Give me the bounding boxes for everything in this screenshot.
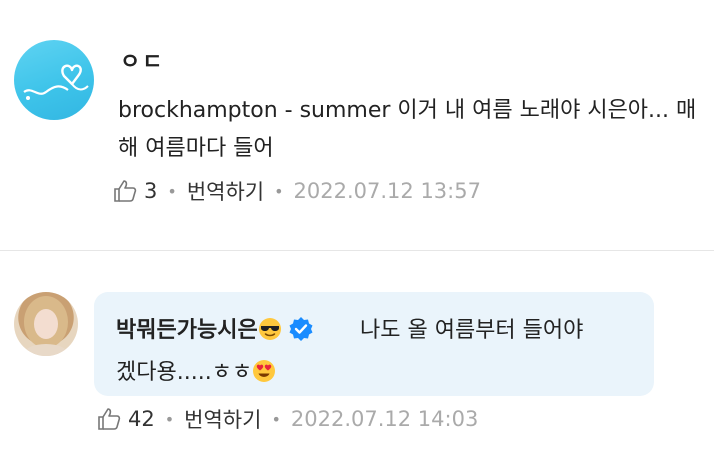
comment-text-continued: 겠다용.....ㅎㅎ — [116, 354, 276, 386]
comment-text: brockhampton - summer 이거 내 여름 노래야 시은아...… — [118, 98, 697, 161]
sunglasses-emoji-icon — [258, 317, 282, 341]
comment-divider — [0, 250, 714, 251]
thumbs-up-icon[interactable] — [112, 178, 138, 204]
timestamp: 2022.07.12 14:03 — [290, 407, 479, 431]
avatar[interactable] — [14, 292, 78, 356]
timestamp: 2022.07.12 13:57 — [293, 179, 481, 203]
username[interactable]: ㅇㄷ — [120, 44, 164, 76]
heart-eyes-emoji-icon — [252, 359, 276, 383]
translate-button[interactable]: 번역하기 — [187, 176, 264, 206]
comment-text-line2: 겠다용.....ㅎㅎ — [116, 360, 253, 385]
like-count: 42 — [128, 407, 155, 431]
comment-1: ㅇㄷ brockhampton - summer 이거 내 여름 노래야 시은아… — [0, 0, 714, 250]
comment-meta: 3 • 번역하기 • 2022.07.12 13:57 — [112, 176, 481, 206]
verified-badge-icon — [288, 316, 314, 342]
avatar-portrait-icon — [24, 296, 68, 356]
avatar[interactable] — [14, 40, 94, 120]
separator-dot: • — [274, 181, 284, 201]
username[interactable]: 박뭐든가능시은 — [116, 312, 314, 344]
comment-text: 나도 올 여름부터 들어야 — [360, 318, 584, 343]
avatar-doodle-icon — [23, 64, 89, 100]
separator-dot: • — [271, 409, 281, 429]
comment-meta: 42 • 번역하기 • 2022.07.12 14:03 — [96, 404, 478, 434]
translate-button[interactable]: 번역하기 — [184, 404, 261, 434]
separator-dot: • — [167, 181, 177, 201]
separator-dot: • — [164, 409, 175, 429]
like-count: 3 — [144, 179, 158, 203]
thumbs-up-icon[interactable] — [96, 406, 122, 432]
username-text: 박뭐든가능시은 — [116, 318, 258, 343]
